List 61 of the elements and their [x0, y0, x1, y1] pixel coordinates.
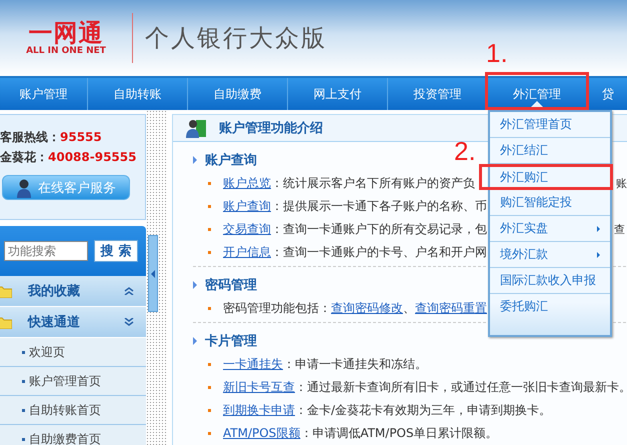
section-heading: 账户查询: [205, 152, 257, 169]
annotation-label: 2.: [454, 136, 476, 167]
feature-link[interactable]: 查询密码修改: [331, 300, 403, 317]
person-book-icon: [185, 118, 207, 138]
page-title: 个人银行大众版: [145, 23, 327, 54]
feature-link[interactable]: 新旧卡号互查: [223, 379, 295, 396]
separator-text: 、: [403, 300, 415, 317]
feature-link[interactable]: 账户查询: [223, 198, 271, 215]
section-heading: 卡片管理: [205, 333, 257, 350]
sidebar-item[interactable]: 自助缴费首页: [0, 425, 146, 445]
feature-link[interactable]: 账户总览: [223, 175, 271, 192]
collapse-handle[interactable]: [148, 235, 158, 312]
feature-description: 账: [616, 176, 627, 191]
hotline-number: 95555: [60, 130, 102, 144]
sidebar-group[interactable]: 快速通道: [0, 307, 146, 338]
menu-item[interactable]: 外汇管理首页: [490, 112, 610, 138]
feature-link[interactable]: 一卡通挂失: [223, 356, 283, 373]
sidebar-group[interactable]: 我的收藏: [0, 276, 146, 307]
feature-description: 密码管理功能包括：: [223, 300, 331, 317]
sidebar-item[interactable]: 欢迎页: [0, 338, 146, 367]
menu-item[interactable]: 外汇结汇: [490, 138, 610, 164]
triangle-icon: [193, 281, 197, 289]
search-button[interactable]: 搜 索: [94, 240, 138, 262]
feature-description: ：统计展示客户名下所有账户的资产负: [271, 175, 475, 192]
menu-item[interactable]: 境外汇款: [490, 242, 610, 268]
feature-description: ：查询一卡通账户的卡号、户名和开户网: [271, 244, 487, 261]
feature-description: ：金卡/金葵花卡有效期为三年，申请到期换卡。: [295, 402, 552, 419]
feature-description: ：通过最新卡查询所有旧卡，或通过任意一张旧卡查询最新卡。: [295, 379, 627, 396]
feature-description: 查: [614, 222, 625, 237]
feature-link[interactable]: 开户信息: [223, 244, 271, 261]
feature-link[interactable]: ATM/POS限额: [223, 425, 300, 442]
feature-link[interactable]: 查询密码重置: [415, 300, 487, 317]
folder-icon: [0, 284, 12, 298]
chevron-icon: [124, 287, 134, 295]
menu-item[interactable]: 外汇实盘: [490, 216, 610, 242]
triangle-icon: [193, 156, 197, 164]
feature-link[interactable]: 到期换卡申请: [223, 402, 295, 419]
annotation-label: 1.: [486, 38, 508, 69]
section-title: 账户管理功能介绍: [219, 120, 323, 137]
menu-item[interactable]: 委托购汇: [490, 294, 610, 319]
hotline-label: 金葵花：: [0, 150, 48, 164]
person-icon: [16, 178, 32, 198]
feature-description: ：申请调低ATM/POS单日累计限额。: [300, 425, 498, 442]
menu-item[interactable]: 购汇智能定投: [490, 190, 610, 216]
sidebar-item[interactable]: 账户管理首页: [0, 367, 146, 396]
logo: 一网通 ALL IN ONE NET: [25, 20, 107, 56]
nav-tab[interactable]: 贷: [588, 78, 627, 110]
hotline-number: 40088-95555: [48, 150, 136, 164]
menu-item[interactable]: 国际汇款收入申报: [490, 268, 610, 294]
feature-link[interactable]: 交易查询: [223, 221, 271, 238]
folder-icon: [0, 316, 12, 328]
feature-description: ：提供展示一卡通下各子账户的名称、币: [271, 198, 487, 215]
chevron-icon: [124, 318, 134, 326]
feature-description: ：申请一卡通挂失和冻结。: [283, 356, 427, 373]
search-field[interactable]: 功能搜索: [4, 241, 88, 261]
triangle-icon: [193, 337, 197, 345]
menu-item[interactable]: 外汇购汇: [479, 164, 613, 190]
section-heading: 密码管理: [205, 276, 257, 294]
sidebar-item[interactable]: 自助转账首页: [0, 396, 146, 425]
feature-description: ：查询一卡通账户下的所有交易记录，包: [271, 221, 487, 238]
hotline-label: 客服热线：: [0, 130, 60, 144]
